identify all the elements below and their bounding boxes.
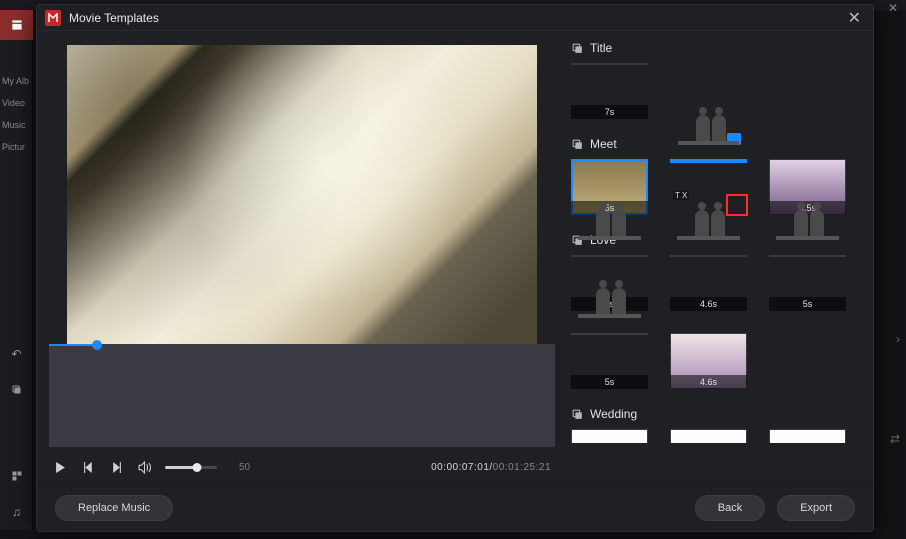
template-thumb[interactable]: 4.6s <box>670 333 747 389</box>
replace-music-button[interactable]: Replace Music <box>55 495 173 521</box>
back-button[interactable]: Back <box>695 495 765 521</box>
step-back-icon[interactable] <box>81 460 95 474</box>
template-thumb[interactable]: 4.6s <box>670 255 747 311</box>
template-image <box>769 429 846 443</box>
sidebar-bottom: ↶ ♫ <box>0 336 33 530</box>
app-close-icon[interactable]: ✕ <box>888 1 898 15</box>
sidebar-labels: My Alb Video Music Pictur <box>0 70 33 158</box>
volume-thumb[interactable] <box>193 463 202 472</box>
app-sidebar: My Alb Video Music Pictur ↶ ♫ <box>0 10 33 530</box>
seek-thumb[interactable] <box>92 340 102 350</box>
current-time: 00:00:07:01 <box>431 462 489 473</box>
movie-templates-modal: Movie Templates ✕ 50 <box>36 4 874 532</box>
template-image <box>571 429 648 443</box>
template-image <box>571 255 648 257</box>
preview-controls: 50 00:00:07:01/00:01:25:21 <box>43 455 561 479</box>
modal-footer: Replace Music Back Export <box>37 483 873 531</box>
preview-image <box>67 45 537 344</box>
section-name: Meet <box>590 137 617 151</box>
section-name: Wedding <box>590 407 637 421</box>
template-duration: 4.5s <box>769 201 846 215</box>
time-display: 00:00:07:01/00:01:25:21 <box>431 462 551 473</box>
volume-slider[interactable] <box>165 466 217 469</box>
template-duration: 4.6s <box>670 297 747 311</box>
highlight-box <box>726 194 748 216</box>
seek-bar[interactable] <box>49 344 555 447</box>
section-header-title: Title <box>571 41 861 55</box>
step-forward-icon[interactable] <box>109 460 123 474</box>
duration: 00:01:25:21 <box>493 462 551 473</box>
undo-icon[interactable]: ↶ <box>0 336 33 372</box>
play-icon[interactable] <box>53 460 67 474</box>
template-image <box>670 159 747 163</box>
template-icon[interactable] <box>0 458 33 494</box>
template-image <box>670 255 747 257</box>
close-icon[interactable]: ✕ <box>844 8 865 28</box>
template-grid-love: 5s4.6s5s5s4.6s <box>571 255 861 389</box>
music-note-icon[interactable]: ♫ <box>0 494 33 530</box>
template-duration: 7s <box>571 105 648 119</box>
templates-panel: Title7sMeet5sT X4.5sLove5s4.6s5s5s4.6sWe… <box>567 31 873 483</box>
photo-badge-icon <box>727 133 741 145</box>
media-icon[interactable] <box>0 10 33 40</box>
template-image <box>769 255 846 257</box>
sidebar-item-picture[interactable]: Pictur <box>0 136 33 158</box>
preview-pane: 50 00:00:07:01/00:01:25:21 <box>37 31 567 483</box>
swap-icon[interactable]: ⇄ <box>890 432 900 446</box>
template-badges: T X <box>673 191 689 200</box>
template-image <box>670 429 747 443</box>
template-thumb[interactable]: 5s <box>571 333 648 389</box>
template-duration: 5s <box>571 375 648 389</box>
preview-frame <box>43 45 561 344</box>
sidebar-item-music[interactable]: Music <box>0 114 33 136</box>
copy-icon[interactable] <box>0 372 33 408</box>
template-thumb[interactable]: 5s <box>769 255 846 311</box>
template-duration: 5s <box>571 201 648 215</box>
template-thumb[interactable] <box>769 429 846 443</box>
template-thumb[interactable]: 7s <box>571 63 648 119</box>
template-duration: 4.6s <box>670 375 747 389</box>
app-logo-icon <box>45 10 61 26</box>
section-name: Title <box>590 41 612 55</box>
modal-header: Movie Templates ✕ <box>37 5 873 31</box>
sidebar-item-video[interactable]: Video <box>0 92 33 114</box>
template-thumb[interactable]: 5s <box>571 159 648 215</box>
speed-value: 50 <box>239 462 250 473</box>
template-image <box>571 333 648 335</box>
template-grid-wedding <box>571 429 861 443</box>
section-header-wedding: Wedding <box>571 407 861 421</box>
seek-fill <box>49 344 97 346</box>
template-thumb[interactable]: T X <box>670 159 747 215</box>
modal-title: Movie Templates <box>69 11 844 25</box>
volume-icon[interactable] <box>137 460 151 474</box>
right-arrow-icon[interactable]: › <box>896 332 900 346</box>
template-thumb[interactable] <box>571 429 648 443</box>
template-image <box>571 63 648 65</box>
template-thumb[interactable]: 4.5s <box>769 159 846 215</box>
sidebar-item-my-album[interactable]: My Alb <box>0 70 33 92</box>
template-duration: 5s <box>769 297 846 311</box>
export-button[interactable]: Export <box>777 495 855 521</box>
template-thumb[interactable] <box>670 429 747 443</box>
